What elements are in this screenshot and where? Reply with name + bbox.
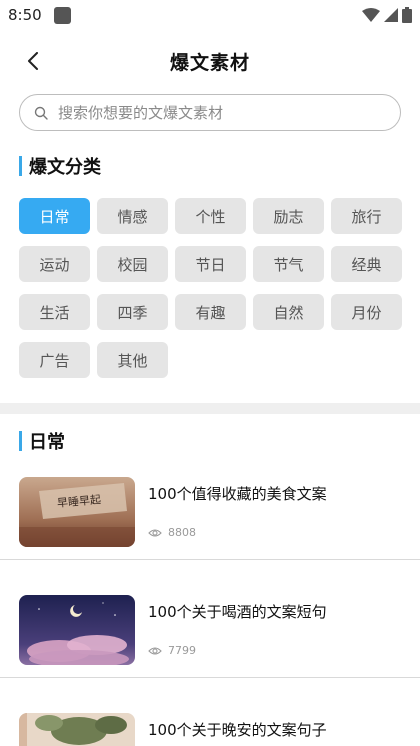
category-chip-campus[interactable]: 校园 [97, 246, 168, 282]
category-chip-travel[interactable]: 旅行 [331, 198, 402, 234]
category-chip-daily[interactable]: 日常 [19, 198, 90, 234]
category-chip-fun[interactable]: 有趣 [175, 294, 246, 330]
category-chip-nature[interactable]: 自然 [253, 294, 324, 330]
category-chip-ads[interactable]: 广告 [19, 342, 90, 378]
category-chip-sports[interactable]: 运动 [19, 246, 90, 282]
view-count: 8808 [148, 526, 327, 539]
article-title: 100个值得收藏的美食文案 [148, 485, 327, 503]
article-thumbnail [19, 595, 135, 665]
battery-icon [402, 7, 412, 23]
section-divider [0, 403, 420, 414]
view-count: 7799 [148, 644, 327, 657]
view-count-value: 7799 [168, 644, 196, 657]
article-thumbnail: 早睡早起 [19, 477, 135, 547]
wifi-icon [362, 8, 380, 22]
search-icon [34, 105, 50, 121]
article-title: 100个关于喝酒的文案短句 [148, 603, 327, 621]
notification-icon [53, 6, 71, 24]
back-button[interactable] [22, 50, 44, 72]
list-divider [0, 677, 420, 678]
category-chip-personality[interactable]: 个性 [175, 198, 246, 234]
section-accent-bar [19, 156, 22, 176]
list-item[interactable]: 早睡早起 100个值得收藏的美食文案 8808 [0, 477, 420, 547]
category-chip-classic[interactable]: 经典 [331, 246, 402, 282]
category-chip-other[interactable]: 其他 [97, 342, 168, 378]
category-chip-festival[interactable]: 节日 [175, 246, 246, 282]
category-chip-solar-term[interactable]: 节气 [253, 246, 324, 282]
status-bar: 8:50 [0, 0, 420, 30]
category-chip-month[interactable]: 月份 [331, 294, 402, 330]
eye-icon [148, 646, 162, 655]
list-section-title: 日常 [29, 432, 65, 453]
category-grid: 日常 情感 个性 励志 旅行 运动 校园 节日 节气 经典 生活 四季 有趣 自… [0, 198, 420, 378]
article-thumbnail [19, 713, 135, 746]
search-bar[interactable] [19, 94, 401, 131]
chevron-left-icon [28, 52, 38, 70]
search-input[interactable] [58, 103, 400, 122]
article-title: 100个关于晚安的文案句子 [148, 721, 327, 739]
list-item[interactable]: 100个关于喝酒的文案短句 7799 [0, 595, 420, 665]
list-item[interactable]: 100个关于晚安的文案句子 [0, 713, 420, 746]
page-title: 爆文素材 [169, 51, 250, 74]
app-header: 爆文素材 [0, 30, 420, 92]
category-chip-emotion[interactable]: 情感 [97, 198, 168, 234]
category-chip-life[interactable]: 生活 [19, 294, 90, 330]
list-divider [0, 559, 420, 560]
category-chip-seasons[interactable]: 四季 [97, 294, 168, 330]
signal-icon [384, 8, 398, 22]
status-time: 8:50 [8, 6, 42, 24]
category-section-title: 爆文分类 [29, 157, 101, 178]
view-count-value: 8808 [168, 526, 196, 539]
category-section-header: 爆文分类 [0, 153, 420, 179]
section-accent-bar [19, 431, 22, 451]
category-chip-inspiration[interactable]: 励志 [253, 198, 324, 234]
list-section-header: 日常 [0, 428, 420, 454]
eye-icon [148, 528, 162, 537]
